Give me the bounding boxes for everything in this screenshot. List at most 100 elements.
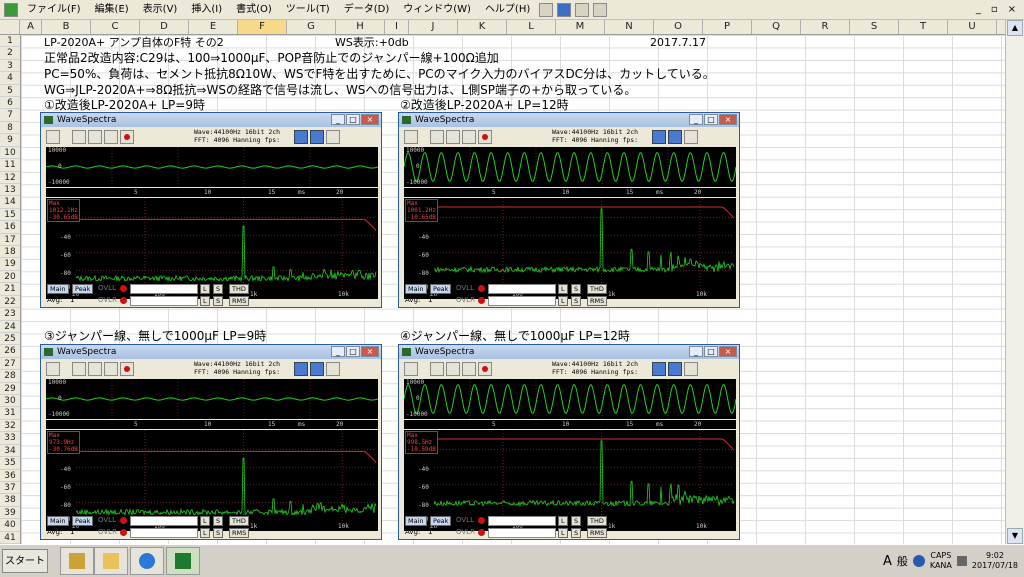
- row-header[interactable]: 10: [0, 147, 20, 160]
- toolbar-button[interactable]: [462, 362, 476, 376]
- column-header[interactable]: C: [91, 20, 140, 34]
- row-header[interactable]: 9: [0, 134, 20, 147]
- wavespectra-window[interactable]: WaveSpectra _ □ × Wave:44100Hz 16bit 2ch…: [398, 344, 740, 540]
- peak-button[interactable]: Peak: [430, 284, 452, 294]
- avg-select[interactable]: 1: [70, 296, 74, 304]
- window-title-bar[interactable]: WaveSpectra _ □ ×: [399, 345, 739, 359]
- toolbar-button[interactable]: [404, 130, 418, 144]
- rms-button[interactable]: RMS: [587, 296, 608, 306]
- l-button[interactable]: L: [200, 296, 210, 306]
- wavespectra-window[interactable]: WaveSpectra _ □ × Wave:44100Hz 16bit 2ch…: [40, 112, 382, 308]
- toolbar-button[interactable]: [446, 362, 460, 376]
- ime-kan-indicator[interactable]: 般: [897, 553, 908, 569]
- cell-title[interactable]: LP-2020A+ アンプ自体のF特 その2: [44, 37, 224, 49]
- toolbar-button[interactable]: [88, 362, 102, 376]
- l-button[interactable]: L: [200, 284, 210, 294]
- taskbar-app-toolbox[interactable]: [60, 547, 94, 575]
- peak-button[interactable]: Peak: [430, 516, 452, 526]
- rms-button[interactable]: RMS: [587, 528, 608, 538]
- save-icon[interactable]: [557, 2, 572, 17]
- l-button[interactable]: L: [200, 528, 210, 538]
- spectrum-view-icon[interactable]: [310, 362, 324, 376]
- row-header[interactable]: 39: [0, 507, 20, 520]
- wave-view-icon[interactable]: [294, 130, 308, 144]
- window-title-bar[interactable]: WaveSpectra _ □ ×: [399, 113, 739, 127]
- row-header[interactable]: 21: [0, 283, 20, 296]
- s-button[interactable]: S: [571, 528, 582, 538]
- wave-view-icon[interactable]: [652, 130, 666, 144]
- row-header[interactable]: 29: [0, 383, 20, 396]
- row-header[interactable]: 28: [0, 370, 20, 383]
- cell-caption-4[interactable]: ④ジャンパー線、無しで1000μF LP=12時: [400, 330, 630, 342]
- row-header[interactable]: 1: [0, 35, 20, 48]
- row-header[interactable]: 37: [0, 482, 20, 495]
- row-header[interactable]: 38: [0, 494, 20, 507]
- settings-tool-icon[interactable]: [326, 362, 340, 376]
- cell-line4[interactable]: WG⇒JLP-2020A+⇒8Ω抵抗⇒WSの経路で信号は流し、WSへの信号出力は…: [44, 84, 636, 96]
- row-header[interactable]: 35: [0, 457, 20, 470]
- main-button[interactable]: Main: [405, 284, 427, 294]
- window-title-bar[interactable]: WaveSpectra _ □ ×: [41, 113, 381, 127]
- toolbar-button[interactable]: [104, 362, 118, 376]
- column-header[interactable]: D: [140, 20, 189, 34]
- menu-file[interactable]: ファイル(F): [20, 0, 88, 19]
- menu-insert[interactable]: 挿入(I): [184, 0, 229, 19]
- spectrum-view-icon[interactable]: [310, 130, 324, 144]
- column-header[interactable]: E: [189, 20, 238, 34]
- rms-button[interactable]: RMS: [229, 528, 250, 538]
- row-header[interactable]: 16: [0, 221, 20, 234]
- peak-button[interactable]: Peak: [72, 516, 94, 526]
- column-header[interactable]: F: [238, 20, 287, 34]
- main-button[interactable]: Main: [405, 516, 427, 526]
- wave-view-icon[interactable]: [294, 362, 308, 376]
- vertical-scrollbar[interactable]: ▲ ▼: [1005, 20, 1024, 544]
- column-header[interactable]: H: [336, 20, 385, 34]
- toolbar-button[interactable]: [46, 130, 60, 144]
- settings-tool-icon[interactable]: [684, 130, 698, 144]
- cell-caption-1[interactable]: ①改造後LP-2020A+ LP=9時: [44, 99, 205, 111]
- column-header[interactable]: G: [287, 20, 336, 34]
- avg-select[interactable]: 1: [70, 528, 74, 536]
- thd-button[interactable]: THD: [587, 516, 607, 526]
- menu-edit[interactable]: 編集(E): [88, 0, 136, 19]
- cell-line2[interactable]: 正常品2改造内容:C29は、100⇒1000μF、POP音防止でのジャンパー線+…: [44, 52, 499, 64]
- l-button[interactable]: L: [558, 296, 568, 306]
- close-button[interactable]: ×: [719, 346, 737, 357]
- ime-a-indicator[interactable]: A: [883, 554, 892, 569]
- start-button[interactable]: スタート: [2, 549, 48, 573]
- cell-caption-2[interactable]: ②改造後LP-2020A+ LP=12時: [400, 99, 569, 111]
- column-header[interactable]: B: [42, 20, 91, 34]
- preview-icon[interactable]: [575, 2, 590, 17]
- taskbar-app-excel[interactable]: [166, 547, 200, 575]
- rms-button[interactable]: RMS: [229, 296, 250, 306]
- cell-line3[interactable]: PC=50%、負荷は、セメント抵抗8Ω10W、WSでF特を出すために、PCのマイ…: [44, 68, 715, 80]
- close-button[interactable]: ×: [361, 346, 379, 357]
- s-button[interactable]: S: [571, 296, 582, 306]
- row-header[interactable]: 34: [0, 445, 20, 458]
- spectrum-view-icon[interactable]: [668, 362, 682, 376]
- taskbar-app-ie[interactable]: [130, 547, 164, 575]
- l-button[interactable]: L: [558, 516, 568, 526]
- toolbar-button[interactable]: [446, 130, 460, 144]
- clock[interactable]: 9:02 2017/07/18: [972, 551, 1018, 571]
- column-header[interactable]: N: [605, 20, 654, 34]
- maximize-button[interactable]: □: [346, 346, 360, 357]
- column-header[interactable]: Q: [752, 20, 801, 34]
- field-r[interactable]: [488, 296, 556, 306]
- thd-button[interactable]: THD: [229, 284, 249, 294]
- thd-button[interactable]: THD: [229, 516, 249, 526]
- minimize-button[interactable]: _: [689, 114, 703, 125]
- l-button[interactable]: L: [558, 528, 568, 538]
- column-header[interactable]: K: [458, 20, 507, 34]
- toolbar-button[interactable]: [430, 130, 444, 144]
- s-button[interactable]: S: [213, 528, 224, 538]
- select-all-corner[interactable]: [0, 20, 20, 34]
- field-l[interactable]: [488, 284, 556, 294]
- picture-icon[interactable]: [593, 2, 608, 17]
- help-icon[interactable]: [912, 555, 925, 567]
- speaker-icon[interactable]: [956, 556, 967, 566]
- minimize-button[interactable]: _: [976, 4, 981, 15]
- row-header[interactable]: 6: [0, 97, 20, 110]
- close-button[interactable]: ×: [361, 114, 379, 125]
- record-button[interactable]: [478, 362, 492, 376]
